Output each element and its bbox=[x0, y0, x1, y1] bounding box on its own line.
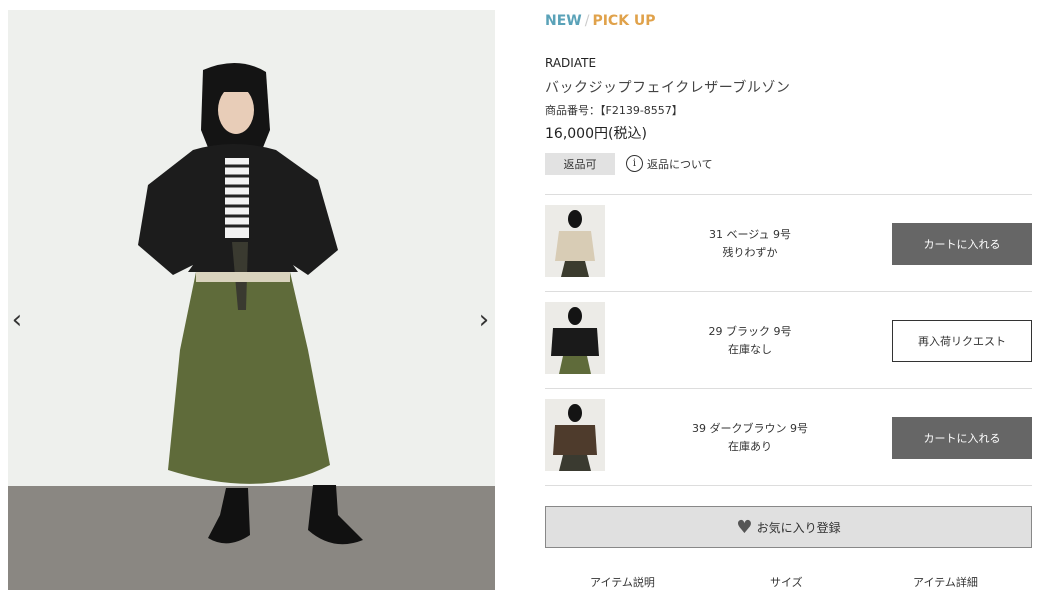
restock-request-button[interactable]: 再入荷リクエスト bbox=[892, 320, 1032, 362]
variant-label: 29 ブラック 9号 bbox=[708, 325, 792, 338]
divider bbox=[545, 388, 1032, 389]
add-to-favorites-button[interactable]: ♥ お気に入り登録 bbox=[545, 506, 1032, 548]
variant-stock: 在庫なし bbox=[728, 343, 772, 356]
return-info-label: 返品について bbox=[647, 157, 713, 171]
brand-name[interactable]: RADIATE bbox=[545, 56, 596, 70]
variant-label: 39 ダークブラウン 9号 bbox=[692, 422, 808, 435]
label-separator: / bbox=[584, 13, 590, 29]
variant-info-beige: 31 ベージュ 9号 残りわずか bbox=[650, 226, 850, 262]
returnable-badge: 返品可 bbox=[545, 153, 615, 175]
variant-label: 31 ベージュ 9号 bbox=[709, 228, 791, 241]
tab-item-description[interactable]: アイテム説明 bbox=[590, 574, 655, 590]
product-price: 16,000円(税込) bbox=[545, 126, 647, 142]
variant-thumbnail-black[interactable] bbox=[545, 302, 605, 374]
return-info-link[interactable]: i 返品について bbox=[626, 155, 713, 172]
add-to-cart-button[interactable]: カートに入れる bbox=[892, 417, 1032, 459]
chevron-right-icon[interactable]: › bbox=[472, 303, 496, 337]
variant-thumbnail-beige[interactable] bbox=[545, 205, 605, 277]
variant-stock: 残りわずか bbox=[722, 246, 778, 259]
variant-stock: 在庫あり bbox=[728, 440, 772, 453]
divider bbox=[545, 194, 1032, 195]
divider bbox=[545, 291, 1032, 292]
divider bbox=[545, 485, 1032, 486]
chevron-left-icon[interactable]: ‹ bbox=[5, 303, 29, 337]
variant-info-black: 29 ブラック 9号 在庫なし bbox=[650, 323, 850, 359]
product-labels: NEW / PICK UP bbox=[545, 13, 656, 29]
new-label: NEW bbox=[545, 13, 582, 29]
product-main-image bbox=[8, 10, 495, 590]
model-figure bbox=[138, 62, 363, 545]
pick-up-label: PICK UP bbox=[592, 13, 656, 29]
variant-thumbnail-dark-brown[interactable] bbox=[545, 399, 605, 471]
product-code: 商品番号：【F2139-8557】 bbox=[545, 104, 683, 117]
tab-size[interactable]: サイズ bbox=[770, 574, 803, 590]
product-name: バックジップフェイクレザーブルゾン bbox=[545, 80, 791, 96]
tab-item-details[interactable]: アイテム詳細 bbox=[913, 574, 978, 590]
favorite-label: お気に入り登録 bbox=[756, 520, 841, 535]
heart-icon: ♥ bbox=[736, 516, 753, 538]
info-icon: i bbox=[626, 155, 643, 172]
add-to-cart-button[interactable]: カートに入れる bbox=[892, 223, 1032, 265]
variant-info-dark-brown: 39 ダークブラウン 9号 在庫あり bbox=[650, 420, 850, 456]
